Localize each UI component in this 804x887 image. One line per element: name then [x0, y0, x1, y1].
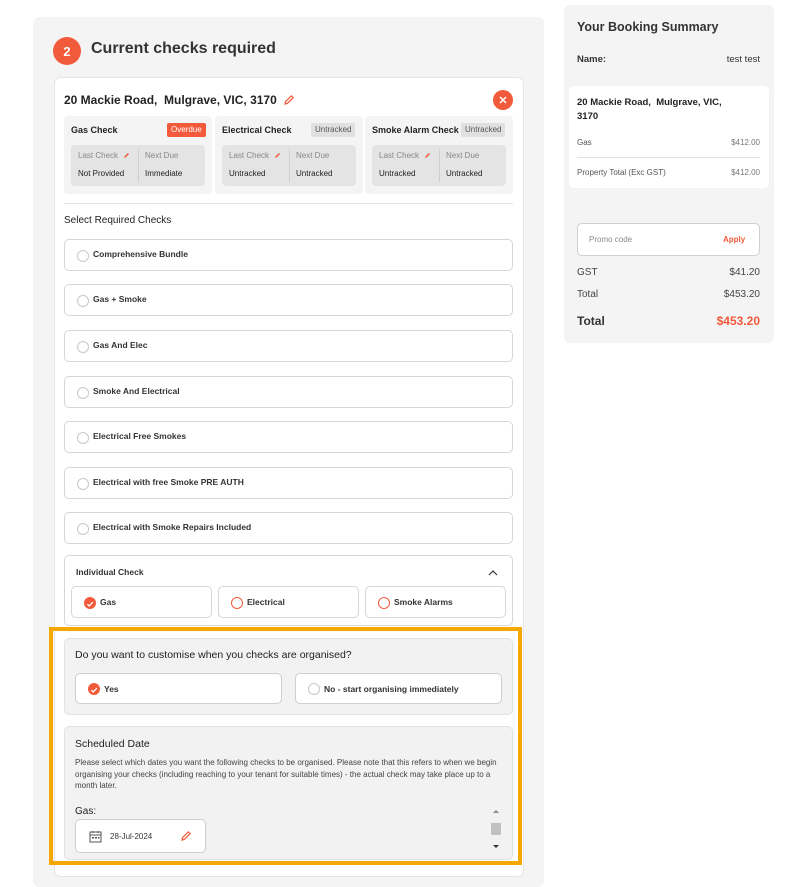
last-check-label: Last Check: [229, 151, 270, 160]
remove-property-button[interactable]: [493, 90, 513, 110]
electrical-check-status: Electrical Check Untracked Last Check Ne…: [215, 116, 363, 194]
radio-icon: [77, 478, 89, 490]
grand-total-value: $453.20: [716, 314, 760, 328]
apply-button[interactable]: Apply: [723, 235, 745, 244]
highlight-box: [49, 627, 522, 865]
property-total-value: $412.00: [731, 168, 760, 177]
checked-radio-icon: [84, 597, 96, 609]
next-due-label: Next Due: [446, 151, 480, 160]
gas-line-label: Gas: [577, 138, 592, 147]
radio-icon: [77, 523, 89, 535]
gst-value: $41.20: [729, 267, 760, 278]
last-check-value: Untracked: [229, 169, 266, 178]
step-title: Current checks required: [91, 40, 276, 57]
name-label: Name:: [577, 54, 607, 65]
status-badge: Untracked: [461, 123, 506, 137]
smoke-alarm-check-status: Smoke Alarm Check Untracked Last Check N…: [365, 116, 513, 194]
option-gas-and-elec[interactable]: Gas And Elec: [64, 330, 513, 362]
last-check-value: Untracked: [379, 169, 416, 178]
radio-icon: [77, 250, 89, 262]
status-badge: Overdue: [167, 123, 206, 137]
individual-option-smoke-alarms[interactable]: Smoke Alarms: [365, 586, 506, 618]
option-gas-smoke[interactable]: Gas + Smoke: [64, 284, 513, 316]
last-check-label: Last Check: [379, 151, 420, 160]
edit-pencil-icon[interactable]: [424, 152, 431, 159]
radio-icon: [231, 597, 243, 609]
chevron-up-icon[interactable]: [487, 567, 499, 579]
next-due-label: Next Due: [296, 151, 330, 160]
option-electrical-smoke-repairs[interactable]: Electrical with Smoke Repairs Included: [64, 512, 513, 544]
property-total-label: Property Total (Exc GST): [577, 168, 666, 177]
grand-total-label: Total: [577, 314, 605, 328]
divider: [64, 203, 513, 204]
select-required-label: Select Required Checks: [64, 215, 172, 226]
individual-check-title: Individual Check: [76, 567, 144, 577]
gas-check-status: Gas Check Overdue Last Check Next Due No…: [64, 116, 212, 194]
individual-option-gas[interactable]: Gas: [71, 586, 212, 618]
last-check-label: Last Check: [78, 151, 119, 160]
radio-icon: [77, 432, 89, 444]
property-address: 20 Mackie Road, Mulgrave, VIC, 3170: [64, 93, 277, 107]
radio-icon: [77, 387, 89, 399]
edit-pencil-icon[interactable]: [123, 152, 130, 159]
next-due-value: Immediate: [145, 169, 183, 178]
radio-icon: [77, 295, 89, 307]
gas-line-value: $412.00: [731, 138, 760, 147]
total-value: $453.20: [723, 289, 760, 300]
check-name: Electrical Check: [222, 125, 292, 135]
name-value: test test: [726, 54, 760, 65]
option-electrical-free-smokes[interactable]: Electrical Free Smokes: [64, 421, 513, 453]
promo-placeholder: Promo code: [589, 235, 633, 244]
summary-address: 20 Mackie Road, Mulgrave, VIC, 3170: [577, 97, 722, 122]
total-label: Total: [577, 289, 599, 300]
check-name: Smoke Alarm Check: [372, 125, 459, 135]
radio-icon: [378, 597, 390, 609]
close-icon: [499, 96, 507, 104]
edit-pencil-icon[interactable]: [283, 94, 295, 106]
gst-label: GST: [577, 267, 598, 278]
summary-title: Your Booking Summary: [577, 20, 719, 34]
next-due-value: Untracked: [446, 169, 483, 178]
option-smoke-and-electrical[interactable]: Smoke And Electrical: [64, 376, 513, 408]
divider: [577, 157, 760, 158]
promo-code-input[interactable]: Promo code Apply: [577, 223, 760, 256]
next-due-value: Untracked: [296, 169, 333, 178]
radio-icon: [77, 341, 89, 353]
option-comprehensive-bundle[interactable]: Comprehensive Bundle: [64, 239, 513, 271]
status-badge: Untracked: [311, 123, 356, 137]
check-name: Gas Check: [71, 125, 118, 135]
option-electrical-free-smoke-pre-auth[interactable]: Electrical with free Smoke PRE AUTH: [64, 467, 513, 499]
edit-pencil-icon[interactable]: [274, 152, 281, 159]
next-due-label: Next Due: [145, 151, 179, 160]
step-badge: 2: [53, 37, 81, 65]
last-check-value: Not Provided: [78, 169, 125, 178]
individual-option-electrical[interactable]: Electrical: [218, 586, 359, 618]
